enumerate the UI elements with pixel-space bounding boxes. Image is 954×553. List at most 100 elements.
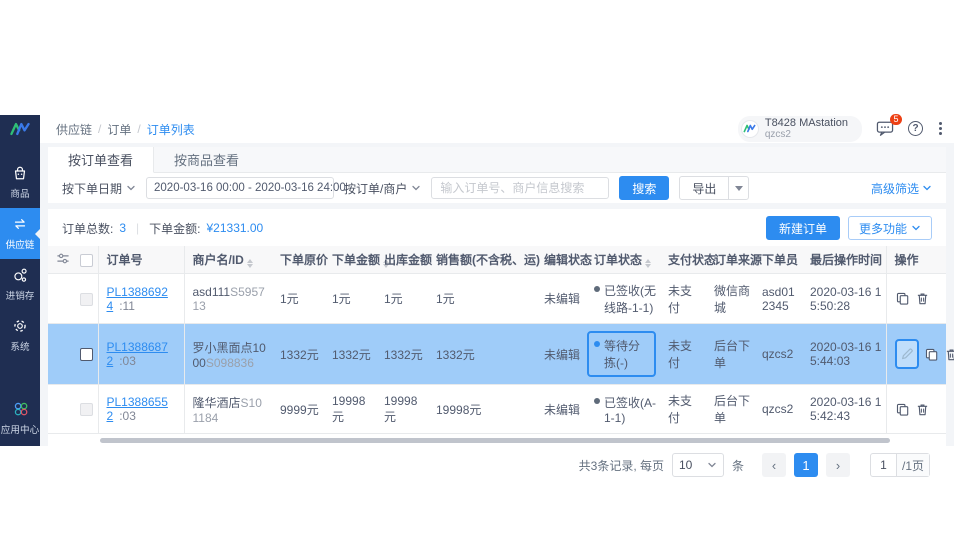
column-header-label: 订单状态 [594, 253, 642, 267]
topbar-right: T8428 MAstation qzcs2 5 ? [738, 116, 944, 142]
column-header: 支付状态 [660, 246, 706, 274]
order-status-label: 已签收(无线路-1-1) [604, 282, 656, 316]
date-type-label: 按下单日期 [62, 180, 122, 197]
delete-order-button[interactable] [915, 402, 930, 417]
page-size-select[interactable]: 10 [672, 453, 724, 477]
scrollbar-thumb[interactable] [100, 438, 890, 443]
last-operation-time-cell: 2020-03-16 15:50:28 [802, 274, 886, 324]
more-functions-button[interactable]: 更多功能 [848, 216, 932, 240]
order-amount-cell: 1332元 [324, 324, 376, 385]
order-status-badge[interactable]: 等待分拣(-) [587, 331, 656, 377]
advanced-filter-link[interactable]: 高级筛选 [871, 180, 932, 197]
chevron-down-icon [911, 223, 921, 233]
row-checkbox[interactable] [80, 348, 93, 361]
edit-pencil-icon [900, 347, 914, 361]
pay-status-cell: 未支付 [660, 385, 706, 434]
column-header-label: 编辑状态 [544, 253, 592, 267]
sidebar-item-label: 应用中心 [1, 421, 39, 435]
main-area: 供应链 / 订单 / 订单列表 [40, 115, 954, 446]
search-input-box [431, 177, 609, 199]
outbound-amount-cell: 19998元 [376, 385, 428, 434]
edit-status-cell-value: 未编辑 [544, 348, 580, 362]
date-type-select[interactable]: 按下单日期 [62, 180, 136, 197]
horizontal-scrollbar [48, 436, 946, 445]
page-jump-input[interactable]: 1 /1页 [870, 453, 930, 477]
tab-by-product[interactable]: 按商品查看 [154, 147, 259, 172]
column-settings-button[interactable] [48, 246, 72, 274]
date-range-input[interactable]: 2020-03-16 00:00 - 2020-03-16 24:00 [146, 177, 334, 199]
original-price-cell-value: 9999元 [280, 403, 319, 417]
column-header[interactable]: 订单状态 [586, 246, 660, 274]
search-type-select[interactable]: 按订单/商户 [344, 180, 421, 197]
pay-status-cell-value: 未支付 [668, 339, 692, 370]
original-price-cell: 1元 [272, 274, 324, 324]
account-pill[interactable]: T8428 MAstation qzcs2 [738, 116, 862, 142]
column-header-label: 订单号 [107, 253, 143, 267]
order-status-cell: 等待分拣(-) [586, 324, 660, 385]
export-dropdown-button[interactable] [728, 177, 748, 199]
last-operation-time-cell-value: 2020-03-16 15:44:03 [810, 340, 881, 368]
breadcrumb-item-supply-chain[interactable]: 供应链 [56, 121, 92, 138]
order-amount-cell-value: 1332元 [332, 348, 371, 362]
creator-cell: asd012345 [754, 274, 802, 324]
page-size-value: 10 [679, 458, 692, 472]
new-order-button[interactable]: 新建订单 [766, 216, 840, 240]
pay-status-cell: 未支付 [660, 324, 706, 385]
order-number-link[interactable]: PL13886872 [107, 340, 168, 368]
brand-logo-icon [9, 119, 31, 139]
sort-carets-icon[interactable] [645, 259, 651, 268]
column-header-label: 下单金额 [332, 253, 380, 267]
sidebar-nav: 商品供应链进销存系统应用中心 [0, 157, 40, 446]
row-spacer-cell [48, 385, 72, 434]
page-number-1[interactable]: 1 [794, 453, 818, 477]
order-number-link[interactable]: PL13886552 [107, 395, 168, 423]
order-number-cell: PL13886924:11 [98, 274, 184, 324]
export-button[interactable]: 导出 [680, 177, 728, 199]
caret-down-icon [735, 186, 743, 191]
sidebar-item-app-center[interactable]: 应用中心 [0, 392, 40, 444]
delete-order-button[interactable] [944, 347, 954, 362]
delete-order-button[interactable] [915, 291, 930, 306]
tab-by-order[interactable]: 按订单查看 [48, 147, 154, 173]
column-header[interactable]: 商户名/ID [184, 246, 272, 274]
last-operation-time-cell-value: 2020-03-16 15:50:28 [810, 285, 881, 313]
breadcrumb-item-order-list[interactable]: 订单列表 [147, 121, 195, 138]
sidebar: 商品供应链进销存系统应用中心 [0, 115, 40, 446]
status-dot-icon [594, 286, 600, 292]
summary-bar: 订单总数: 3 | 下单金额: ¥21331.00 新建订单 更多功能 [48, 209, 946, 246]
sort-carets-icon[interactable] [247, 259, 253, 268]
edit-order-button[interactable] [895, 339, 919, 369]
filter-card: 按订单查看 按商品查看 按下单日期 2020-03-16 00:00 - 202… [48, 147, 946, 203]
app-window: 商品供应链进销存系统应用中心 供应链 / 订单 / 订单列表 [0, 115, 954, 446]
creator-cell-value: qzcs2 [762, 402, 793, 416]
column-header: 订单来源 [706, 246, 754, 274]
more-functions-label: 更多功能 [859, 220, 907, 237]
help-button[interactable]: ? [908, 121, 923, 136]
column-header-label: 商户名/ID [193, 253, 244, 267]
trash-icon [916, 403, 929, 416]
more-menu-button[interactable] [937, 120, 944, 137]
next-page-button[interactable]: › [826, 453, 850, 477]
search-button[interactable]: 搜索 [619, 176, 669, 200]
breadcrumb-item-orders[interactable]: 订单 [107, 121, 131, 138]
actions-cell [886, 324, 946, 385]
sidebar-item-supply-chain[interactable]: 供应链 [0, 208, 40, 259]
merchant-cell: 罗小黑面点1000S098836 [184, 324, 272, 385]
copy-order-button[interactable] [895, 402, 910, 417]
order-amount-cell-value: 1元 [332, 292, 351, 306]
copy-order-button[interactable] [895, 291, 910, 306]
trash-icon [916, 292, 929, 305]
order-number-link[interactable]: PL13886924 [107, 285, 168, 313]
copy-order-button[interactable] [924, 347, 939, 362]
search-type-label: 按订单/商户 [344, 180, 407, 197]
merchant-name: 隆华酒店 [193, 396, 241, 410]
column-header-label: 销售额(不含税、运) [436, 253, 540, 267]
search-input[interactable] [432, 181, 608, 195]
prev-page-button[interactable]: ‹ [762, 453, 786, 477]
sidebar-item-inventory[interactable]: 进销存 [0, 259, 40, 310]
messages-button[interactable]: 5 [876, 120, 894, 137]
select-all-checkbox[interactable] [72, 246, 98, 274]
column-header[interactable]: 下单金额 [324, 246, 376, 274]
sidebar-item-products[interactable]: 商品 [0, 157, 40, 208]
sidebar-item-system[interactable]: 系统 [0, 310, 40, 361]
